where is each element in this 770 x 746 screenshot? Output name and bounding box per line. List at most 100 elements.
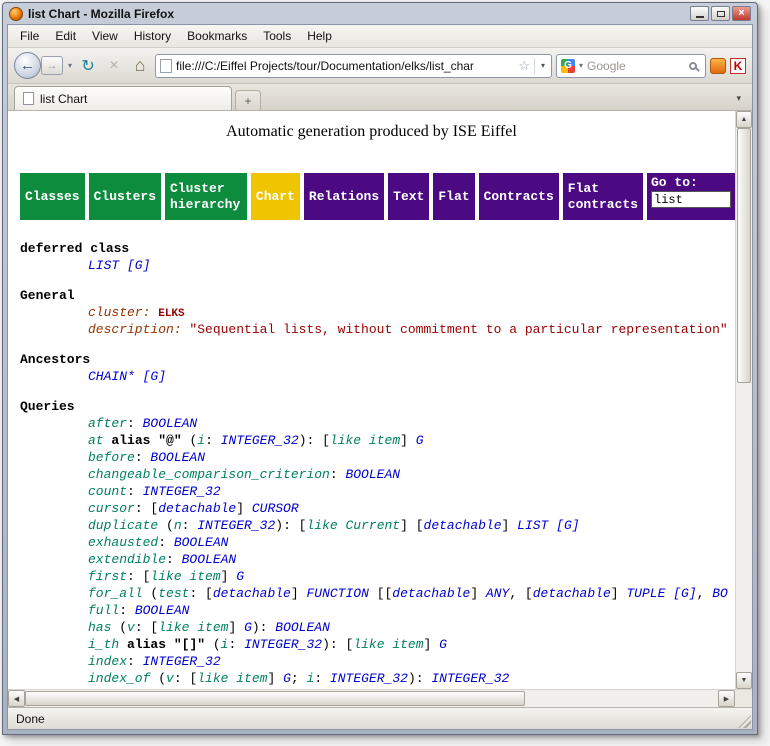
doc-nav-relations[interactable]: Relations (304, 173, 384, 220)
doc-nav-flat-contracts[interactable]: Flat contracts (563, 173, 643, 220)
menu-help[interactable]: Help (299, 26, 340, 46)
scroll-down-icon[interactable]: ▼ (736, 672, 752, 689)
doc-text: full (88, 603, 119, 618)
doc-nav-cluster-hierarchy[interactable]: Cluster hierarchy (165, 173, 247, 220)
doc-line: count: INTEGER_32 (20, 483, 735, 500)
doc-text: INTEGER_32 (197, 518, 275, 533)
doc-nav-contracts[interactable]: Contracts (479, 173, 559, 220)
goto-input[interactable] (651, 191, 731, 208)
history-dropdown-icon[interactable]: ▾ (67, 61, 73, 70)
scroll-left-icon[interactable]: ◀ (8, 690, 25, 707)
extension-icon[interactable] (710, 58, 726, 74)
horizontal-scrollbar[interactable]: ◀ ▶ (8, 689, 752, 707)
firefox-icon (9, 7, 23, 21)
firefox-window: list Chart - Mozilla Firefox × FileEditV… (2, 2, 758, 735)
menu-view[interactable]: View (84, 26, 126, 46)
status-text: Done (16, 712, 45, 726)
scroll-up-icon[interactable]: ▲ (736, 111, 752, 128)
status-bar: Done (8, 707, 752, 729)
doc-text: ] (424, 637, 440, 652)
doc-line: Ancestors (20, 351, 735, 368)
vertical-scrollbar[interactable]: ▲ ▼ (735, 111, 752, 689)
close-button[interactable]: × (732, 6, 751, 21)
url-text[interactable]: file:///C:/Eiffel Projects/tour/Document… (176, 59, 514, 73)
menu-file[interactable]: File (12, 26, 47, 46)
search-icon[interactable] (689, 62, 697, 70)
list-all-tabs-icon[interactable]: ▾ (731, 93, 746, 104)
doc-line: cursor: [detachable] CURSOR (20, 500, 735, 517)
scroll-right-icon[interactable]: ▶ (718, 690, 735, 707)
google-logo-icon[interactable]: G (561, 59, 575, 73)
doc-line: exhausted: BOOLEAN (20, 534, 735, 551)
horizontal-scroll-thumb[interactable] (25, 691, 525, 706)
maximize-icon (717, 11, 725, 17)
back-button[interactable]: ← (14, 52, 41, 79)
stop-button[interactable]: × (103, 55, 125, 77)
doc-text: "Sequential lists, without commitment to… (189, 322, 727, 337)
doc-text: detachable (213, 586, 291, 601)
doc-text: : (314, 671, 330, 686)
titlebar[interactable]: list Chart - Mozilla Firefox × (7, 3, 753, 24)
tab-list-chart[interactable]: list Chart (14, 86, 232, 110)
kaspersky-icon[interactable]: K (730, 58, 746, 74)
doc-text: cluster: (88, 305, 158, 320)
horizontal-scroll-track[interactable] (525, 690, 718, 707)
menu-tools[interactable]: Tools (255, 26, 299, 46)
resize-grip[interactable] (738, 715, 751, 728)
url-bar[interactable]: file:///C:/Eiffel Projects/tour/Document… (155, 54, 552, 78)
doc-text: detachable (158, 501, 236, 516)
doc-text: ] (470, 586, 486, 601)
doc-nav-flat[interactable]: Flat (433, 173, 474, 220)
doc-text: ] (267, 671, 283, 686)
doc-text: ELKS (158, 308, 184, 320)
search-engine-dropdown-icon[interactable]: ▾ (578, 61, 584, 70)
url-dropdown-icon[interactable]: ▾ (539, 61, 547, 70)
bookmark-star-icon[interactable]: ☆ (518, 58, 530, 74)
doc-text: : (205, 433, 221, 448)
doc-text: : (182, 518, 198, 533)
doc-text: INTEGER_32 (143, 654, 221, 669)
home-button[interactable]: ⌂ (129, 55, 151, 77)
doc-nav-chart[interactable]: Chart (251, 173, 300, 220)
doc-text: ; (291, 671, 307, 686)
doc-text: G (439, 637, 447, 652)
doc-line: CHAIN* [G] (20, 368, 735, 385)
doc-text: ] (236, 501, 252, 516)
doc-text: : (135, 450, 151, 465)
menu-history[interactable]: History (126, 26, 179, 46)
doc-text: INTEGER_32 (330, 671, 408, 686)
doc-line: at alias "@" (i: INTEGER_32): [like item… (20, 432, 735, 449)
doc-text: test (158, 586, 189, 601)
maximize-button[interactable] (711, 6, 730, 21)
doc-text: ANY (486, 586, 509, 601)
doc-blank-line (20, 274, 735, 287)
minimize-button[interactable] (690, 6, 709, 21)
doc-text: ( (150, 671, 166, 686)
doc-text: v (127, 620, 135, 635)
doc-nav-text[interactable]: Text (388, 173, 429, 220)
refresh-button[interactable]: ↻ (77, 55, 99, 77)
forward-button[interactable]: → (41, 56, 63, 75)
doc-line: changeable_comparison_criterion: BOOLEAN (20, 466, 735, 483)
vertical-scroll-thumb[interactable] (737, 128, 751, 383)
doc-nav-clusters[interactable]: Clusters (89, 173, 161, 220)
menu-bookmarks[interactable]: Bookmarks (179, 26, 255, 46)
goto-box: Go to: (647, 173, 735, 220)
doc-text: : [ (127, 569, 150, 584)
doc-text: BOOLEAN (135, 603, 190, 618)
doc-text: n (174, 518, 182, 533)
search-input[interactable]: Google (587, 59, 686, 73)
doc-text: BOOLEAN (345, 467, 400, 482)
menu-edit[interactable]: Edit (47, 26, 84, 46)
doc-text: CURSOR (252, 501, 299, 516)
doc-nav-classes[interactable]: Classes (20, 173, 85, 220)
search-box[interactable]: G ▾ Google (556, 54, 706, 78)
doc-text: detachable (392, 586, 470, 601)
doc-text: after (88, 416, 127, 431)
new-tab-button[interactable]: + (235, 90, 261, 110)
doc-text: LIST [G] (88, 258, 150, 273)
doc-text: G (236, 569, 244, 584)
doc-text: INTEGER_32 (221, 433, 299, 448)
doc-line: i_th alias "[]" (i: INTEGER_32): [like i… (20, 636, 735, 653)
vertical-scroll-track[interactable] (736, 383, 752, 672)
